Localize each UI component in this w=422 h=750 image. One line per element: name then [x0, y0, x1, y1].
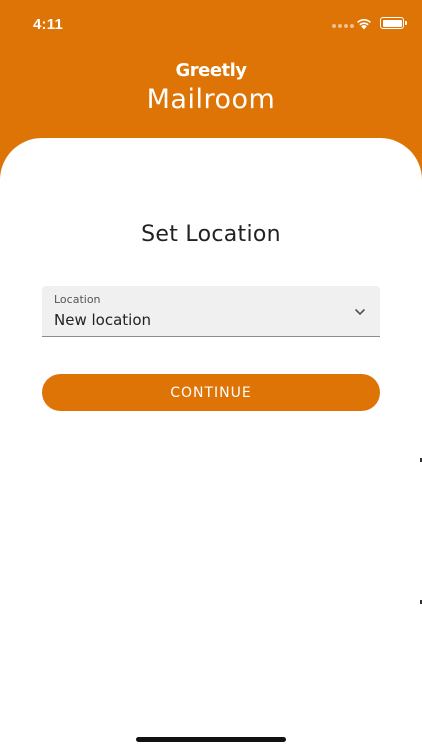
status-bar: 4:11: [0, 0, 422, 48]
app-title: Mailroom: [146, 84, 276, 115]
signal-icon: [332, 24, 354, 28]
brand-logo: Greetly: [175, 60, 247, 81]
home-indicator[interactable]: [136, 737, 286, 742]
continue-button[interactable]: CONTINUE: [42, 374, 380, 411]
wifi-icon: [357, 19, 371, 30]
chevron-down-icon: [354, 308, 366, 316]
location-select[interactable]: Location New location: [42, 286, 380, 337]
location-select-label: Location: [54, 293, 101, 306]
page-title: Set Location: [141, 222, 281, 247]
status-time: 4:11: [33, 16, 63, 33]
location-select-value: New location: [54, 311, 152, 329]
battery-icon: [380, 17, 407, 29]
